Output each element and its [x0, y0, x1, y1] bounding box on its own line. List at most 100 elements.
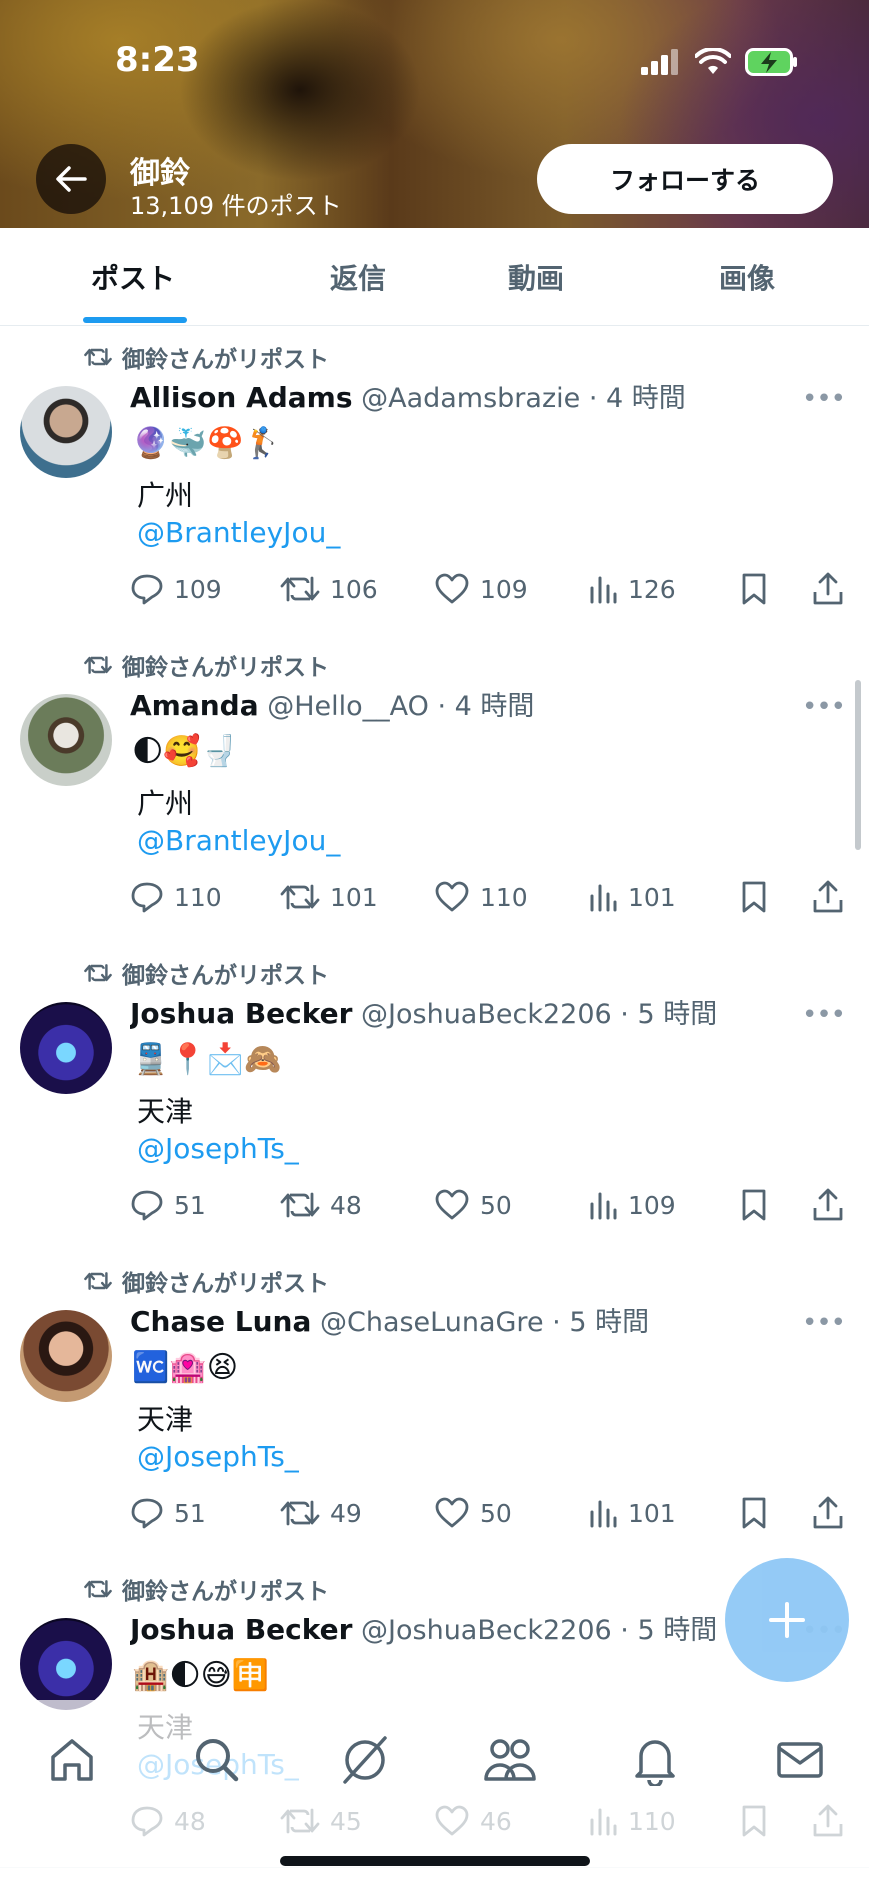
repost-button[interactable]: 106 [280, 564, 378, 614]
reply-button[interactable]: 51 [130, 1180, 206, 1230]
tab-replies[interactable]: 返信 [330, 228, 386, 325]
views-button[interactable]: 101 [588, 872, 676, 922]
author-name[interactable]: Allison Adams [130, 381, 353, 414]
tab-videos[interactable]: 動画 [508, 228, 564, 325]
views-icon [590, 1500, 617, 1528]
reply-count: 110 [174, 882, 222, 912]
like-count: 110 [480, 882, 528, 912]
post-text: 广州 [137, 479, 194, 512]
post-time[interactable]: · 5 時間 [620, 999, 717, 1030]
reply-button[interactable]: 109 [130, 564, 222, 614]
views-button[interactable]: 101 [588, 1488, 676, 1538]
author-name[interactable]: Joshua Becker [130, 997, 352, 1030]
like-button[interactable]: 110 [434, 872, 528, 922]
nav-home[interactable] [42, 1730, 102, 1790]
repost-icon [84, 1580, 112, 1598]
post-card[interactable]: 御鈴さんがリポスト Chase Luna @ChaseLunaGre · 5 時間… [0, 1250, 869, 1560]
search-icon [196, 1739, 239, 1782]
post-header: Amanda @Hello__AO · 4 時間 [130, 684, 779, 723]
reply-button[interactable]: 110 [130, 872, 222, 922]
share-button[interactable] [812, 872, 844, 922]
post-time[interactable]: · 4 時間 [438, 691, 535, 722]
mention-link[interactable]: @BrantleyJou_ [137, 516, 340, 549]
bookmark-button[interactable] [740, 1488, 768, 1538]
post-card[interactable]: 御鈴さんがリポスト Joshua Becker @JoshuaBeck2206 ·… [0, 942, 869, 1252]
more-options-icon[interactable]: ••• [802, 384, 846, 414]
post-emojis: 🚾🏩😫 [132, 1350, 238, 1385]
plus-icon [769, 1602, 805, 1638]
post-actions: 109 106 109 126 [130, 564, 850, 614]
repost-button[interactable]: 48 [280, 1180, 362, 1230]
compose-post-button[interactable] [725, 1558, 849, 1682]
post-count: 13,109 件のポスト [130, 192, 342, 220]
scrollbar[interactable] [855, 680, 861, 850]
author-name[interactable]: Amanda [130, 689, 259, 722]
repost-button[interactable]: 49 [280, 1488, 362, 1538]
back-button[interactable] [36, 144, 106, 214]
avatar[interactable] [20, 1618, 112, 1710]
more-options-icon[interactable]: ••• [802, 692, 846, 722]
arrow-left-icon [56, 166, 87, 192]
avatar[interactable] [20, 1310, 112, 1402]
repost-icon [84, 964, 112, 982]
reply-button[interactable]: 51 [130, 1488, 206, 1538]
post-card[interactable]: 御鈴さんがリポスト Allison Adams @Aadamsbrazie · 4… [0, 326, 869, 636]
like-button[interactable]: 50 [434, 1180, 512, 1230]
post-time[interactable]: · 5 時間 [552, 1307, 649, 1338]
bookmark-icon [742, 881, 766, 913]
post-emojis: 🌓🥰🚽 [132, 734, 238, 769]
mention-link[interactable]: @JosephTs_ [137, 1440, 299, 1473]
like-button[interactable]: 109 [434, 564, 528, 614]
avatar[interactable] [20, 386, 112, 478]
repost-icon [280, 576, 320, 602]
nav-messages[interactable] [770, 1730, 830, 1790]
repost-indicator: 御鈴さんがリポスト [84, 340, 329, 374]
avatar[interactable] [20, 694, 112, 786]
bookmark-button[interactable] [740, 872, 768, 922]
mention-link[interactable]: @BrantleyJou_ [137, 824, 340, 857]
repost-button[interactable]: 101 [280, 872, 378, 922]
author-handle[interactable]: @Aadamsbrazie [361, 383, 580, 414]
post-emojis: 🏨🌓😅🈸 [132, 1658, 270, 1693]
author-handle[interactable]: @JoshuaBeck2206 [361, 999, 612, 1030]
repost-icon [84, 1272, 112, 1290]
repost-indicator: 御鈴さんがリポスト [84, 1264, 329, 1298]
follow-button[interactable]: フォローする [537, 144, 833, 214]
avatar[interactable] [20, 1002, 112, 1094]
author-handle[interactable]: @Hello__AO [267, 691, 429, 722]
post-time[interactable]: · 5 時間 [620, 1615, 717, 1646]
author-name[interactable]: Joshua Becker [130, 1613, 352, 1646]
views-button[interactable]: 126 [588, 564, 676, 614]
tab-posts[interactable]: ポスト [91, 228, 175, 325]
reply-icon [131, 574, 163, 605]
reply-count: 51 [174, 1190, 206, 1220]
author-handle[interactable]: @JoshuaBeck2206 [361, 1615, 612, 1646]
post-card[interactable]: 御鈴さんがリポスト Amanda @Hello__AO · 4 時間 ••• 🌓🥰🚽 广… [0, 634, 869, 944]
author-name[interactable]: Chase Luna [130, 1305, 311, 1338]
nav-grok[interactable] [335, 1730, 395, 1790]
repost-icon [280, 884, 320, 910]
repost-label: 御鈴さんがリポスト [122, 655, 329, 681]
views-button[interactable]: 109 [588, 1180, 676, 1230]
author-handle[interactable]: @ChaseLunaGre [320, 1307, 544, 1338]
like-button[interactable]: 50 [434, 1488, 512, 1538]
nav-search[interactable] [187, 1730, 247, 1790]
post-text: 广州 [137, 787, 194, 820]
nav-communities[interactable] [480, 1730, 540, 1790]
mention-link[interactable]: @JosephTs_ [137, 1132, 299, 1165]
share-button[interactable] [812, 564, 844, 614]
share-button[interactable] [812, 1180, 844, 1230]
nav-notifications[interactable] [625, 1730, 685, 1790]
bookmark-icon [742, 573, 766, 605]
more-options-icon[interactable]: ••• [802, 1308, 846, 1338]
tab-images[interactable]: 画像 [719, 228, 775, 325]
post-emojis: 🚆📍📩🙈 [132, 1042, 282, 1077]
repost-indicator: 御鈴さんがリポスト [84, 1572, 329, 1606]
more-options-icon[interactable]: ••• [802, 1000, 846, 1030]
post-actions: 110 101 110 101 [130, 872, 850, 922]
bookmark-button[interactable] [740, 1180, 768, 1230]
post-time[interactable]: · 4 時間 [589, 383, 686, 414]
share-button[interactable] [812, 1488, 844, 1538]
home-indicator[interactable] [280, 1856, 590, 1866]
bookmark-button[interactable] [740, 564, 768, 614]
